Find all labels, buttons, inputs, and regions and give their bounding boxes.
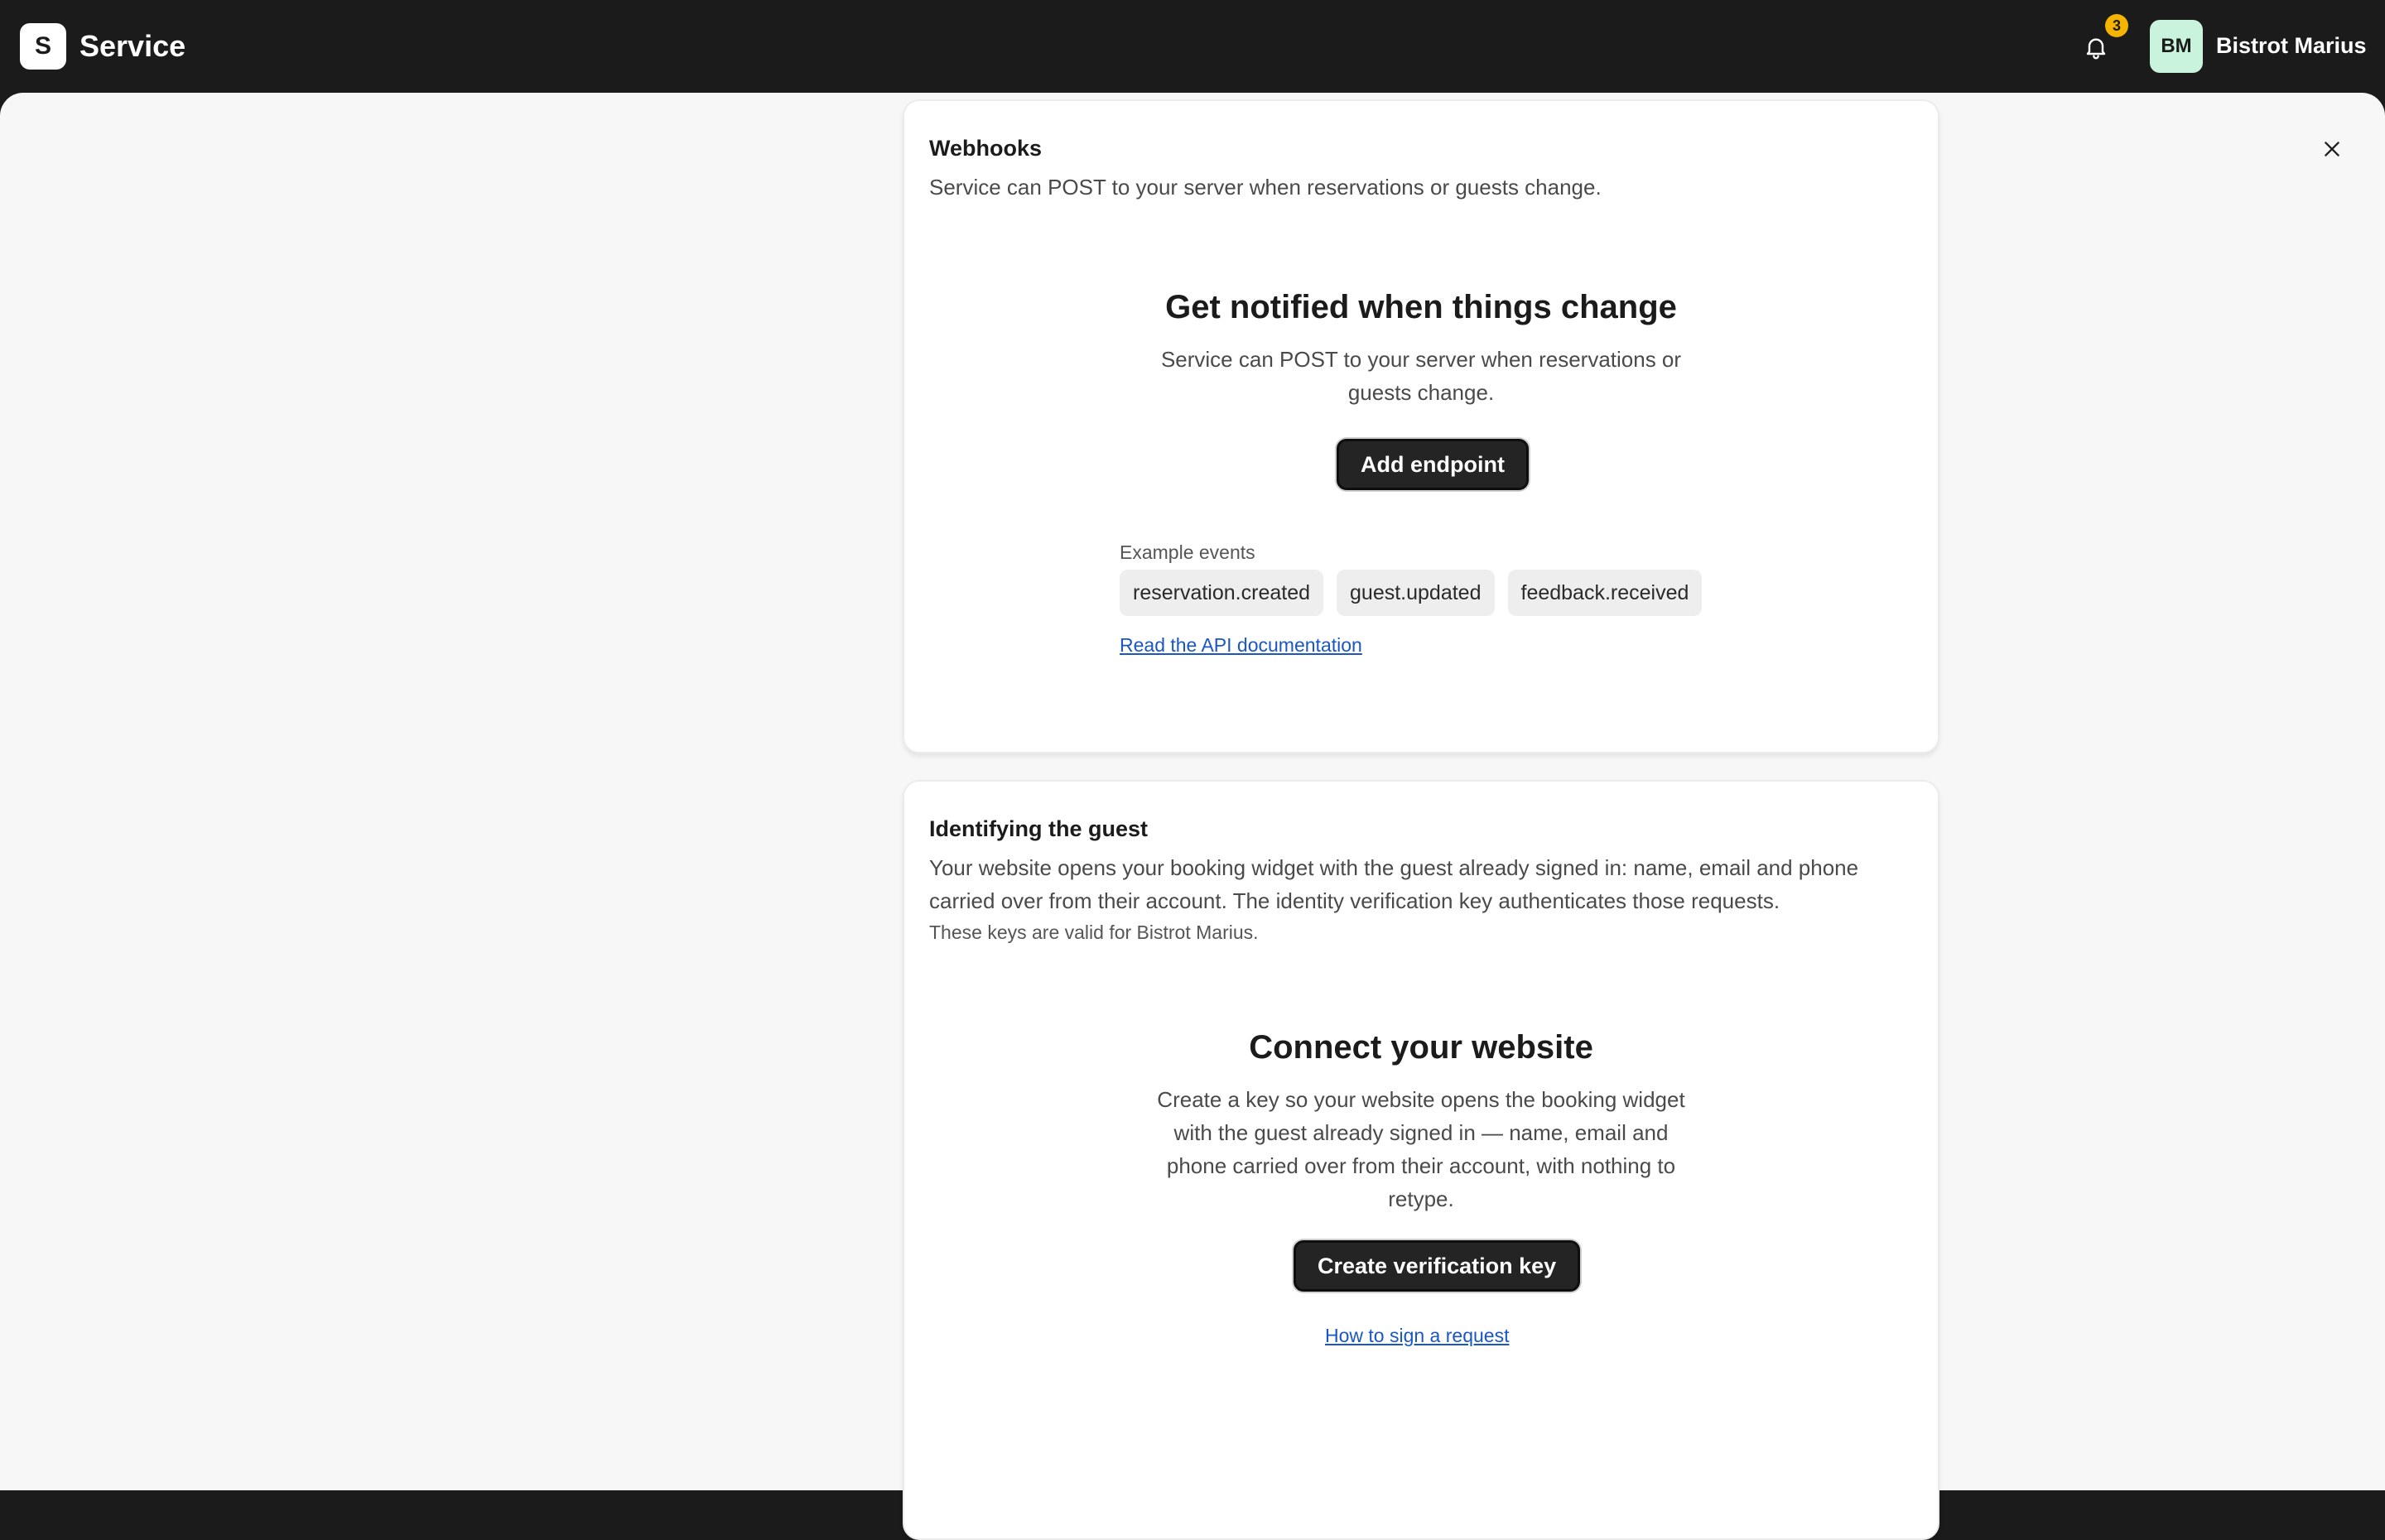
webhooks-title: Webhooks	[929, 136, 1043, 161]
close-button[interactable]	[2315, 132, 2349, 166]
example-events-label: Example events	[1120, 541, 1255, 563]
sign-request-link[interactable]: How to sign a request	[1325, 1323, 1509, 1348]
identity-note: These keys are valid for Bistrot Marius.	[929, 922, 1259, 943]
close-icon	[2325, 142, 2339, 156]
webhooks-card: Webhooks Service can POST to your server…	[903, 99, 1939, 753]
bell-icon	[2086, 38, 2106, 60]
webhooks-description: Service can POST to your server when res…	[929, 175, 1602, 200]
identity-card: Identifying the guest Your website opens…	[903, 780, 1939, 1540]
identity-description: Your website opens your booking widget w…	[929, 855, 1859, 913]
notifications-button[interactable]	[2079, 30, 2113, 65]
create-verification-key-button[interactable]: Create verification key	[1294, 1240, 1581, 1292]
event-chip: feedback.received	[1507, 570, 1703, 616]
webhooks-empty-description: Service can POST to your server when res…	[1160, 347, 1682, 405]
add-endpoint-button[interactable]: Add endpoint	[1337, 439, 1529, 490]
webhooks-empty-title: Get notified when things change	[1165, 289, 1677, 325]
api-documentation-link[interactable]: Read the API documentation	[1120, 633, 1362, 657]
identity-empty-title: Connect your website	[1249, 1029, 1593, 1066]
app-logo[interactable]: S	[20, 23, 66, 70]
identity-title: Identifying the guest	[929, 816, 1149, 841]
top-bar: S Service 3 BM Bistrot Marius	[0, 0, 2385, 93]
event-chip: reservation.created	[1120, 570, 1324, 616]
restaurant-name[interactable]: Bistrot Marius	[2216, 31, 2367, 60]
notification-count-badge: 3	[2105, 14, 2128, 37]
identity-empty-description: Create a key so your website opens the b…	[1157, 1087, 1685, 1211]
settings-sheet: Webhooks Service can POST to your server…	[0, 93, 2385, 1540]
example-events-list: reservation.created guest.updated feedba…	[1120, 570, 1703, 616]
avatar[interactable]: BM	[2150, 20, 2203, 73]
event-chip: guest.updated	[1337, 570, 1495, 616]
app-name: Service	[80, 29, 186, 63]
